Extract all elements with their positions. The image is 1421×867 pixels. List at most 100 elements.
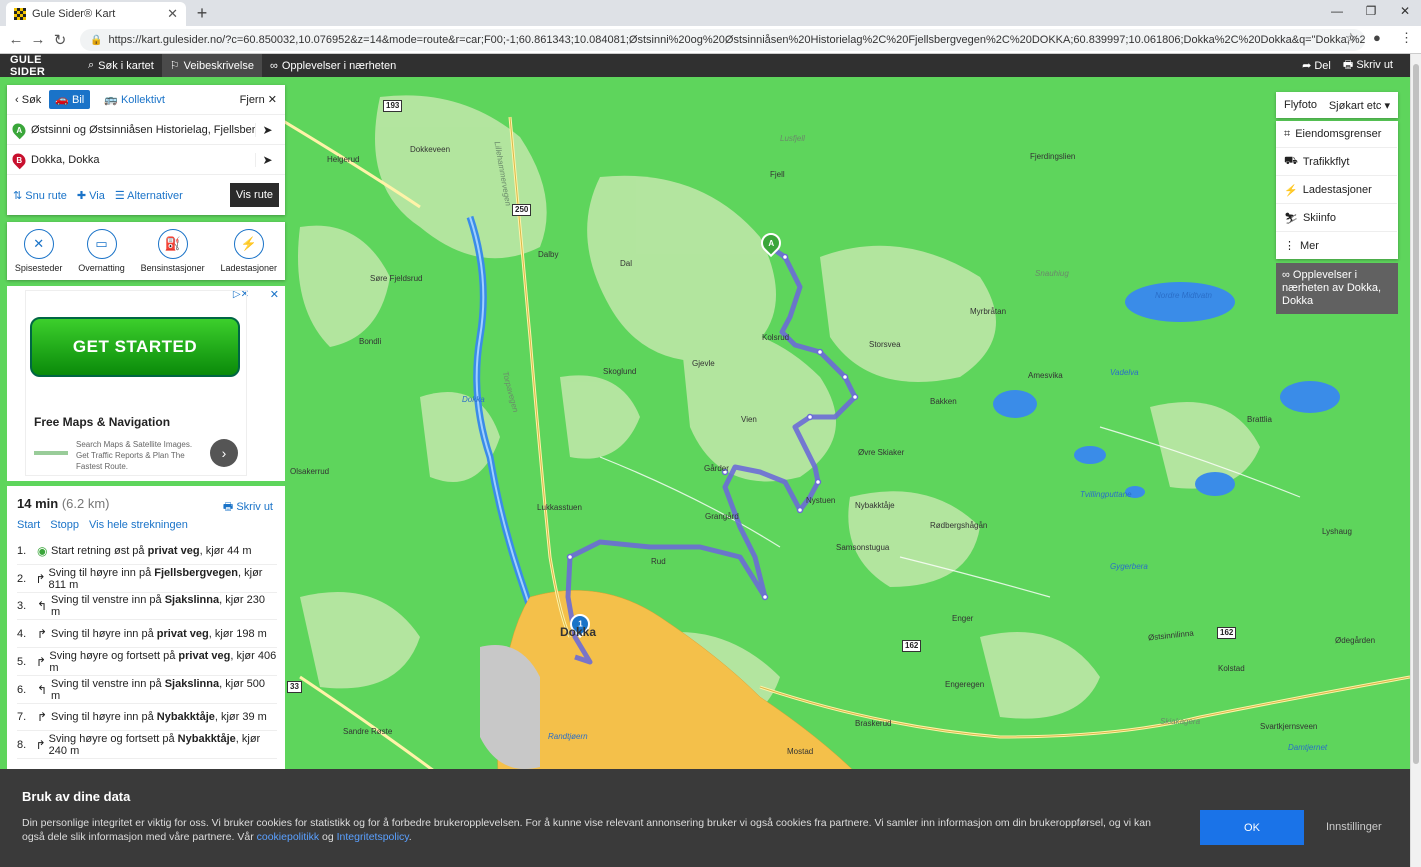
- cookie-ok-button[interactable]: OK: [1200, 810, 1304, 845]
- close-ad-icon[interactable]: ✕: [270, 288, 279, 301]
- poi-gas-button[interactable]: ⛽ Bensinstasjoner: [141, 229, 205, 273]
- map-label: Amesvika: [1028, 371, 1063, 380]
- show-route-button[interactable]: Vis rute: [229, 183, 279, 207]
- nav-experiences[interactable]: ∞ Opplevelser i nærheten: [262, 54, 404, 77]
- direction-step[interactable]: 6. ↰ Sving til venstre inn på Sjakslinna, …: [17, 677, 277, 704]
- flyfoto-button[interactable]: Flyfoto: [1284, 99, 1317, 111]
- direction-step[interactable]: 1. ◉ Start retning øst på privat veg, kjør…: [17, 538, 277, 565]
- bed-icon: ▭: [86, 229, 117, 259]
- map-label: Gygerbera: [1110, 562, 1148, 571]
- cookie-policy-link[interactable]: cookiepolitikk: [257, 831, 319, 843]
- ad-title[interactable]: Free Maps & Navigation: [34, 415, 170, 429]
- step-number: 2.: [17, 572, 27, 585]
- direction-step[interactable]: 8. ↱ Sving høyre og fortsett på Nybakktåje…: [17, 732, 277, 759]
- layer-property-borders[interactable]: ⌗ Eiendomsgrenser: [1276, 121, 1397, 148]
- start-marker[interactable]: A: [756, 228, 786, 259]
- print-button[interactable]: 🖶 Skriv ut: [1343, 56, 1393, 75]
- url-input[interactable]: 🔒 https://kart.gulesider.no/?c=60.850032…: [80, 29, 1365, 51]
- layer-label: Skiinfo: [1302, 212, 1336, 224]
- cookie-settings-button[interactable]: Innstillinger: [1326, 821, 1382, 833]
- map-label: Dalby: [538, 250, 559, 259]
- forward-icon[interactable]: →: [27, 31, 49, 48]
- direction-step[interactable]: 2. ↱ Sving til høyre inn på Fjellsbergvege…: [17, 566, 277, 593]
- from-field[interactable]: Østsinni og Østsinniåsen Historielag, Fj…: [31, 124, 255, 136]
- waypoint-from[interactable]: A Østsinni og Østsinniåsen Historielag, …: [7, 115, 285, 145]
- close-tab-icon[interactable]: ✕: [167, 6, 178, 22]
- alternatives-button[interactable]: ☰ Alternativer: [115, 189, 183, 202]
- print-directions-button[interactable]: 🖶 Skriv ut: [223, 498, 273, 517]
- layer-traffic[interactable]: ⛟ Trafikkflyt: [1276, 149, 1397, 176]
- step-number: 7.: [17, 711, 27, 724]
- locate-icon[interactable]: ➤: [255, 122, 279, 137]
- locate-icon[interactable]: ➤: [255, 152, 279, 167]
- map-label: Øvre Skiaker: [858, 448, 905, 457]
- reload-icon[interactable]: ↻: [49, 31, 71, 49]
- route-time: 14 min: [17, 496, 59, 511]
- nav-search-map[interactable]: ⌕ Søk i kartet: [80, 54, 162, 77]
- layer-ski[interactable]: ⛷ Skiinfo: [1276, 205, 1397, 232]
- mode-transit-button[interactable]: 🚌 Kollektivt: [98, 90, 171, 109]
- maximize-icon[interactable]: ❐: [1354, 0, 1388, 24]
- poi-charging-button[interactable]: ⚡ Ladestasjoner: [221, 229, 277, 273]
- map-label: Damtjernet: [1288, 743, 1328, 752]
- privacy-policy-link[interactable]: Integritetspolicy: [337, 831, 409, 843]
- step-road: Nybakktåje: [177, 732, 236, 745]
- address-bar-row: ← → ↻ 🔒 https://kart.gulesider.no/?c=60.…: [0, 26, 1421, 54]
- poi-label: Spisesteder: [14, 263, 63, 273]
- layer-charging[interactable]: ⚡ Ladestasjoner: [1276, 177, 1397, 204]
- waypoint-to[interactable]: B Dokka, Dokka ➤: [7, 145, 285, 175]
- step-road: privat veg: [156, 628, 209, 641]
- map-label: Vadelva: [1110, 368, 1139, 377]
- cookie-text: Din personlige integritet er viktig for …: [22, 816, 1172, 844]
- share-button[interactable]: ➦ Del: [1302, 59, 1331, 72]
- via-label: Via: [89, 189, 105, 202]
- road-number-shield: 193: [383, 100, 403, 112]
- map-label: Dal: [620, 259, 633, 268]
- road-number-shield: 162: [902, 640, 922, 652]
- new-tab-button[interactable]: +: [192, 3, 212, 24]
- poi-restaurants-button[interactable]: ✕ Spisesteder: [14, 229, 63, 273]
- page-scrollbar[interactable]: [1410, 54, 1421, 867]
- map-label: Rud: [651, 557, 666, 566]
- ad-logo: [34, 451, 68, 455]
- back-icon[interactable]: ←: [5, 31, 27, 48]
- map-label: Engeregen: [945, 680, 985, 689]
- menu-icon[interactable]: ⋮: [1400, 30, 1413, 46]
- close-window-icon[interactable]: ✕: [1388, 0, 1421, 24]
- scrollbar-thumb[interactable]: [1413, 64, 1419, 764]
- layer-more[interactable]: ⋮ Mer: [1276, 232, 1397, 259]
- remove-route-button[interactable]: Fjern ✕: [240, 93, 277, 106]
- nav-directions[interactable]: ⚐ Veibeskrivelse: [161, 54, 262, 77]
- back-search-button[interactable]: ‹ Søk: [15, 94, 41, 106]
- link-show-all[interactable]: Vis hele strekningen: [89, 519, 188, 531]
- browser-tab[interactable]: Gule Sider® Kart ✕: [6, 2, 186, 26]
- directions-icon: ⚐: [169, 60, 180, 72]
- layer-label: Eiendomsgrenser: [1295, 128, 1382, 140]
- poi-lodging-button[interactable]: ▭ Overnatting: [78, 229, 125, 273]
- bookmark-star-icon[interactable]: ☆: [1345, 30, 1357, 46]
- experiences-nearby-button[interactable]: ∞ Opplevelser i nærheten av Dokka, Dokka: [1276, 263, 1398, 314]
- map-label: Bakken: [930, 397, 957, 406]
- link-stop[interactable]: Stopp: [50, 519, 79, 531]
- map-label: Samsonstugua: [836, 543, 890, 552]
- profile-icon[interactable]: ●: [1373, 30, 1381, 45]
- mode-car-button[interactable]: 🚗 Bil: [49, 90, 91, 109]
- step-pre: Sving til høyre inn på: [51, 628, 157, 641]
- step-number: 8.: [17, 738, 27, 751]
- step-number: 4.: [17, 628, 27, 641]
- direction-step[interactable]: 3. ↰ Sving til venstre inn på Sjakslinna, …: [17, 593, 277, 621]
- step-road: privat veg: [147, 545, 200, 557]
- map-label: Gjevle: [692, 359, 715, 368]
- ad-chevron-icon[interactable]: ›: [210, 439, 238, 467]
- gulesider-logo[interactable]: GULE SIDER: [0, 54, 80, 78]
- link-start[interactable]: Start: [17, 519, 40, 531]
- ad-get-started-button[interactable]: GET STARTED: [30, 317, 240, 377]
- direction-step[interactable]: 5. ↱ Sving høyre og fortsett på privat veg…: [17, 649, 277, 676]
- direction-step[interactable]: 7. ↱ Sving til høyre inn på Nybakktåje, kj…: [17, 704, 277, 732]
- direction-step[interactable]: 4. ↱ Sving til høyre inn på privat veg, kj…: [17, 621, 277, 649]
- minimize-icon[interactable]: —: [1320, 0, 1354, 24]
- reverse-route-button[interactable]: ⇅ Snu rute: [13, 189, 67, 202]
- add-via-button[interactable]: ✚ Via: [77, 189, 105, 202]
- to-field[interactable]: Dokka, Dokka: [31, 154, 255, 166]
- sjokart-dropdown[interactable]: Sjøkart etc ▾: [1329, 99, 1390, 112]
